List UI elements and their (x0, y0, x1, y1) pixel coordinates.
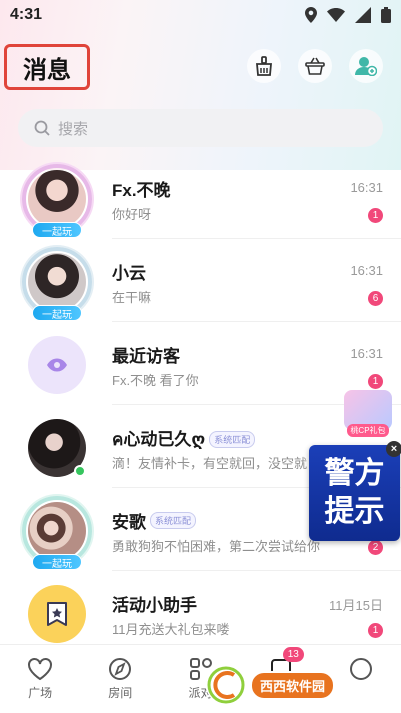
contact-name-text: 小云 (112, 264, 146, 283)
contact-name-text: Fx.不晚 (112, 181, 171, 200)
system-match-tag: 系统匹配 (209, 430, 256, 448)
tab-label: 房间 (108, 686, 133, 700)
avatar[interactable] (22, 415, 92, 485)
contact-name-text: ค心动已久ღ (112, 430, 206, 449)
status-icons (305, 7, 391, 23)
gift-label: 桃CP礼包 (347, 424, 389, 437)
gift-package-float[interactable]: 桃CP礼包 (338, 390, 398, 446)
battery-icon (381, 7, 391, 23)
conversation-item[interactable]: 一起玩 小云 在干嘛 16:31 6 (0, 239, 401, 322)
heart-icon (28, 658, 53, 681)
search-placeholder: 搜索 (58, 120, 89, 138)
header: 消息 (0, 40, 401, 96)
unread-badge: 6 (368, 291, 383, 306)
page-title: 消息 (4, 44, 90, 90)
unread-badge: 2 (368, 540, 383, 555)
last-message: 你好呀 (112, 207, 152, 222)
contact-name: 安歌 系统匹配 (112, 508, 197, 533)
watermark-text: 西西软件园 (250, 670, 336, 700)
contact-name-text: 安歌 (112, 513, 146, 532)
contact-name: 活动小助手 (112, 591, 197, 616)
unread-total-badge: 13 (282, 647, 304, 662)
search-icon (34, 120, 50, 136)
police-alert-popup[interactable]: × 警方 提示 (309, 441, 401, 541)
search-bar[interactable]: 搜索 (18, 109, 383, 147)
watermark: 西西软件园 (206, 664, 378, 706)
wifi-icon (327, 8, 345, 22)
unread-badge: 1 (368, 374, 383, 389)
last-message: 11月充送大礼包来喽 (112, 622, 230, 637)
alert-line-1: 警方 (324, 457, 385, 490)
avatar[interactable] (22, 581, 92, 651)
contact-name-text: 活动小助手 (112, 596, 197, 615)
contact-name: ค心动已久ღ 系统匹配 (112, 425, 256, 453)
play-together-tag: 一起玩 (32, 305, 82, 321)
message-time: 11月15日 (329, 598, 383, 613)
clear-messages-button[interactable] (247, 49, 281, 83)
broom-icon (256, 56, 272, 76)
system-match-tag: 系统匹配 (150, 512, 197, 529)
status-bar: 4:31 (0, 0, 401, 30)
play-together-tag: 一起玩 (32, 554, 82, 570)
tab-room[interactable]: 房间 (80, 645, 160, 713)
signal-icon (355, 7, 371, 23)
conversation-item[interactable]: 活动小助手 11月充送大礼包来喽 11月15日 1 (0, 571, 401, 654)
contact-name-text: 最近访客 (112, 347, 180, 366)
alert-line-2: 提示 (324, 495, 385, 528)
add-friend-button[interactable] (349, 49, 383, 83)
avatar[interactable] (22, 332, 92, 402)
eye-icon (47, 358, 67, 372)
status-time: 4:31 (10, 6, 43, 23)
add-user-icon (355, 57, 377, 76)
star-bookmark-icon (47, 602, 67, 626)
message-time: 16:31 (350, 180, 383, 195)
watermark-logo-icon (206, 665, 246, 705)
unread-badge: 1 (368, 208, 383, 223)
avatar[interactable]: 一起玩 (22, 247, 92, 321)
avatar[interactable]: 一起玩 (22, 496, 92, 570)
basket-icon (305, 57, 325, 75)
contact-name: 小云 (112, 259, 146, 284)
location-icon (305, 7, 317, 23)
last-message: Fx.不晚 看了你 (112, 373, 199, 388)
online-indicator (74, 465, 86, 477)
avatar[interactable]: 一起玩 (22, 164, 92, 238)
shop-button[interactable] (298, 49, 332, 83)
visitor-avatar (28, 336, 86, 394)
play-together-tag: 一起玩 (32, 222, 82, 238)
tab-label: 广场 (28, 686, 53, 700)
unread-badge: 1 (368, 623, 383, 638)
conversation-item[interactable]: 一起玩 Fx.不晚 你好呀 16:31 1 (0, 156, 401, 239)
tab-square[interactable]: 广场 (0, 645, 80, 713)
contact-name: Fx.不晚 (112, 176, 171, 201)
message-time: 16:31 (350, 346, 383, 361)
contact-name: 最近访客 (112, 342, 180, 367)
close-icon[interactable]: × (386, 441, 401, 457)
last-message: 在干嘛 (112, 290, 152, 305)
last-message: 勇敢狗狗不怕困难，第二次尝试给你 (112, 539, 321, 554)
compass-icon (109, 658, 132, 680)
message-time: 16:31 (350, 263, 383, 278)
assistant-avatar (28, 585, 86, 643)
last-message: 滴！友情补卡，有空就回，没空就 (112, 456, 308, 471)
